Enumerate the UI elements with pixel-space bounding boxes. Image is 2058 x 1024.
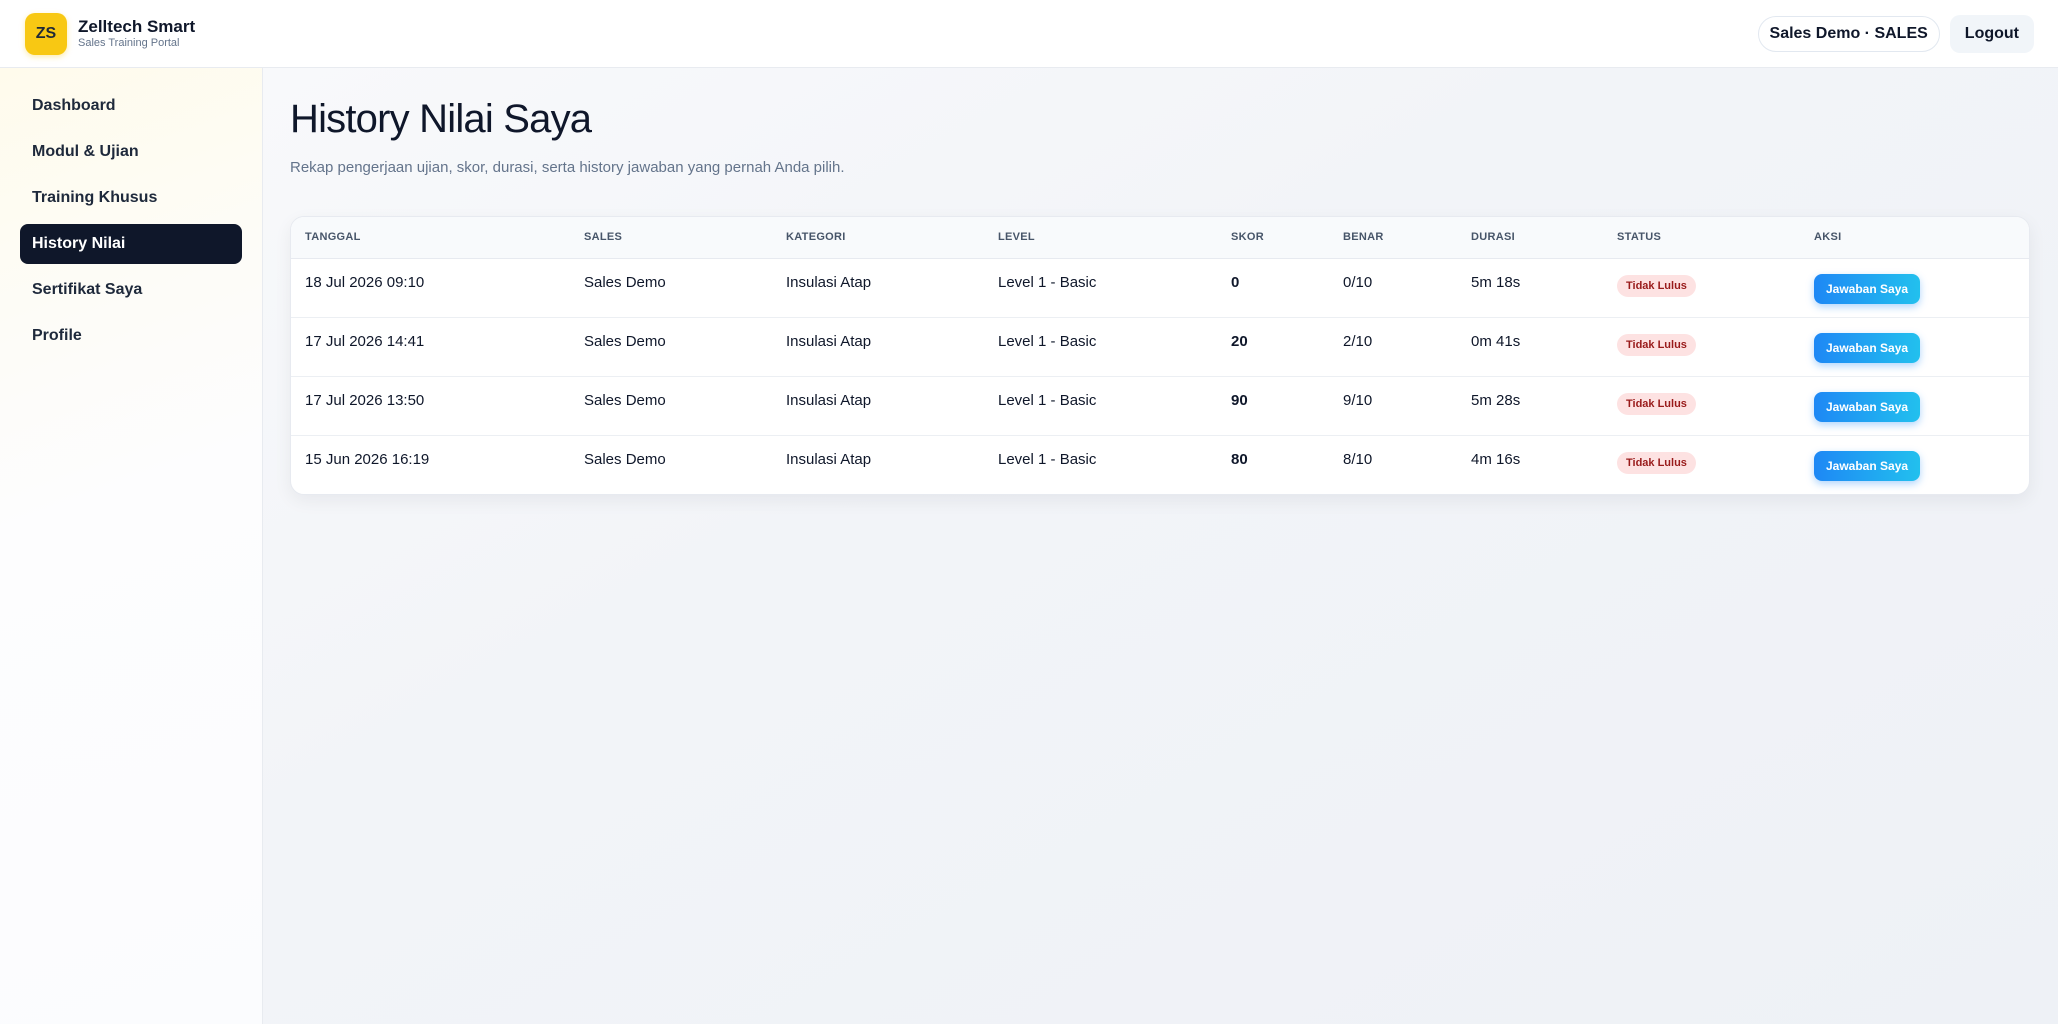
table-header-row: TANGGAL SALES KATEGORI LEVEL SKOR BENAR … — [291, 217, 2029, 258]
column-header-aksi: AKSI — [1814, 231, 1842, 244]
cell-durasi: 0m 41s — [1471, 332, 1521, 350]
sidebar-item-profile[interactable]: Profile — [20, 316, 242, 356]
cell-kategori: Insulasi Atap — [786, 391, 872, 409]
table-row: 17 Jul 2026 13:50 Sales Demo Insulasi At… — [291, 376, 2029, 435]
column-header-kategori: KATEGORI — [786, 231, 846, 244]
sidebar-item-dashboard[interactable]: Dashboard — [20, 86, 242, 126]
logout-button[interactable]: Logout — [1949, 14, 2034, 53]
cell-skor: 80 — [1231, 450, 1248, 468]
cell-aksi: Jawaban Saya — [1800, 258, 2029, 317]
cell-sales: Sales Demo — [584, 273, 666, 291]
cell-aksi: Jawaban Saya — [1800, 376, 2029, 435]
status-badge: Tidak Lulus — [1617, 274, 1696, 297]
column-header-benar: BENAR — [1343, 231, 1384, 244]
column-header-tanggal: TANGGAL — [305, 231, 361, 244]
column-header-level: LEVEL — [998, 231, 1035, 244]
history-table-card: TANGGAL SALES KATEGORI LEVEL SKOR BENAR … — [290, 216, 2030, 495]
header-actions: Sales Demo · SALES Logout — [1757, 14, 2034, 53]
user-pill[interactable]: Sales Demo · SALES — [1757, 15, 1940, 52]
cell-level: Level 1 - Basic — [998, 450, 1097, 468]
cell-sales: Sales Demo — [584, 450, 666, 468]
cell-durasi: 5m 18s — [1471, 273, 1521, 291]
cell-kategori: Insulasi Atap — [786, 332, 872, 350]
cell-aksi: Jawaban Saya — [1800, 435, 2029, 494]
column-header-status: STATUS — [1617, 231, 1662, 244]
column-header-skor: SKOR — [1231, 231, 1264, 244]
cell-sales: Sales Demo — [584, 332, 666, 350]
main-content: History Nilai Saya Rekap pengerjaan ujia… — [263, 68, 2058, 1024]
cell-tanggal: 17 Jul 2026 14:41 — [305, 332, 425, 350]
cell-benar: 0/10 — [1343, 273, 1373, 291]
cell-benar: 8/10 — [1343, 450, 1373, 468]
page-title: History Nilai Saya — [290, 97, 592, 141]
brand[interactable]: ZS Zelltech Smart Sales Training Portal — [25, 12, 195, 55]
app-name: Zelltech Smart — [78, 17, 196, 36]
app-logo: ZS — [25, 12, 67, 55]
history-table: TANGGAL SALES KATEGORI LEVEL SKOR BENAR … — [291, 217, 2029, 494]
brand-text: Zelltech Smart Sales Training Portal — [78, 18, 195, 49]
cell-kategori: Insulasi Atap — [786, 450, 872, 468]
cell-level: Level 1 - Basic — [998, 391, 1097, 409]
cell-benar: 2/10 — [1343, 332, 1373, 350]
jawaban-saya-button[interactable]: Jawaban Saya — [1814, 391, 1921, 422]
sidebar: Dashboard Modul & Ujian Training Khusus … — [0, 68, 263, 1024]
cell-tanggal: 17 Jul 2026 13:50 — [305, 391, 425, 409]
sidebar-item-modul-ujian[interactable]: Modul & Ujian — [20, 132, 242, 172]
cell-sales: Sales Demo — [584, 391, 666, 409]
jawaban-saya-button[interactable]: Jawaban Saya — [1814, 332, 1921, 363]
column-header-durasi: DURASI — [1471, 231, 1515, 244]
cell-skor: 20 — [1231, 332, 1248, 350]
cell-status: Tidak Lulus — [1603, 317, 1800, 376]
status-badge: Tidak Lulus — [1617, 333, 1696, 356]
cell-tanggal: 18 Jul 2026 09:10 — [305, 273, 425, 291]
cell-level: Level 1 - Basic — [998, 332, 1097, 350]
cell-kategori: Insulasi Atap — [786, 273, 872, 291]
cell-aksi: Jawaban Saya — [1800, 317, 2029, 376]
jawaban-saya-button[interactable]: Jawaban Saya — [1814, 273, 1921, 304]
table-row: 17 Jul 2026 14:41 Sales Demo Insulasi At… — [291, 317, 2029, 376]
app-subtitle: Sales Training Portal — [78, 37, 180, 49]
status-badge: Tidak Lulus — [1617, 451, 1696, 474]
cell-skor: 0 — [1231, 273, 1240, 291]
cell-tanggal: 15 Jun 2026 16:19 — [305, 450, 430, 468]
cell-level: Level 1 - Basic — [998, 273, 1097, 291]
cell-skor: 90 — [1231, 391, 1248, 409]
table-row: 15 Jun 2026 16:19 Sales Demo Insulasi At… — [291, 435, 2029, 494]
status-badge: Tidak Lulus — [1617, 392, 1696, 415]
cell-benar: 9/10 — [1343, 391, 1373, 409]
page-subtitle: Rekap pengerjaan ujian, skor, durasi, se… — [290, 159, 845, 176]
jawaban-saya-button[interactable]: Jawaban Saya — [1814, 450, 1921, 481]
cell-durasi: 5m 28s — [1471, 391, 1521, 409]
sidebar-item-history-nilai[interactable]: History Nilai — [20, 224, 242, 264]
column-header-sales: SALES — [584, 231, 623, 244]
cell-durasi: 4m 16s — [1471, 450, 1521, 468]
cell-status: Tidak Lulus — [1603, 435, 1800, 494]
sidebar-item-training-khusus[interactable]: Training Khusus — [20, 178, 242, 218]
cell-status: Tidak Lulus — [1603, 258, 1800, 317]
table-row: 18 Jul 2026 09:10 Sales Demo Insulasi At… — [291, 258, 2029, 317]
top-bar: ZS Zelltech Smart Sales Training Portal … — [0, 0, 2058, 68]
sidebar-item-sertifikat-saya[interactable]: Sertifikat Saya — [20, 270, 242, 310]
cell-status: Tidak Lulus — [1603, 376, 1800, 435]
